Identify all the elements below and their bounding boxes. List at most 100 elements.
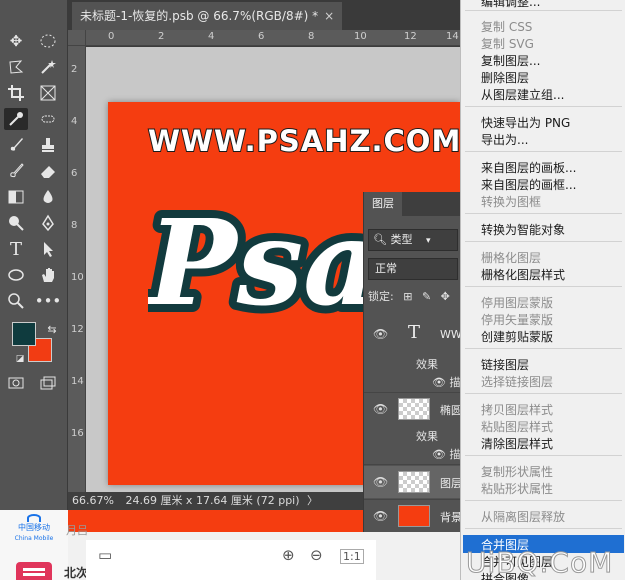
- status-arrow-icon[interactable]: 〉: [307, 494, 318, 507]
- menu-separator: [465, 10, 622, 11]
- menu-item-copy-css[interactable]: 复制 CSS: [481, 18, 532, 35]
- viewer-toolbar: ▭ ⊕ ⊖ 1:1: [86, 540, 376, 580]
- layer-effects-label: 效果: [416, 430, 438, 443]
- visibility-eye-icon[interactable]: 👁︎: [373, 475, 388, 489]
- menu-item-quick-export-png[interactable]: 快速导出为 PNG: [481, 114, 570, 131]
- menu-separator: [465, 500, 622, 501]
- magic-wand-tool-icon[interactable]: [36, 56, 60, 78]
- layer-row[interactable]: 👁︎ 图层: [364, 466, 460, 498]
- gradient-tool-icon[interactable]: [4, 186, 28, 208]
- menu-item-copy-shape-attributes[interactable]: 复制形状属性: [481, 463, 553, 480]
- zoom-level[interactable]: 66.67%: [72, 494, 114, 507]
- ruler-tick: 8: [71, 220, 78, 231]
- chat-sidebar: 中国移动 China Mobile: [0, 510, 68, 580]
- document-tab[interactable]: 未标题-1-恢复的.psb @ 66.7%(RGB/8#) * ×: [72, 2, 343, 30]
- menu-item-disable-layer-mask[interactable]: 停用图层蒙版: [481, 294, 553, 311]
- menu-separator: [465, 151, 622, 152]
- visibility-eye-icon[interactable]: 👁︎: [373, 402, 388, 416]
- menu-item-release-from-isolation[interactable]: 从隔离图层释放: [481, 508, 565, 525]
- frame-tool-icon[interactable]: [36, 82, 60, 104]
- brush-tool-icon[interactable]: [4, 134, 28, 156]
- type-tool-icon[interactable]: T: [4, 238, 28, 260]
- default-colors-icon[interactable]: ◪: [8, 348, 32, 370]
- crop-tool-icon[interactable]: [4, 82, 28, 104]
- lasso-tool-icon[interactable]: [4, 56, 28, 78]
- layer-thumbnail: [398, 505, 430, 527]
- menu-item-link-layers[interactable]: 链接图层: [481, 356, 529, 373]
- ruler-tick: 10: [354, 31, 367, 42]
- layer-row[interactable]: 👁︎ 背景: [364, 500, 460, 532]
- layer-row[interactable]: 👁︎ T WW: [364, 318, 460, 352]
- document-tab-bar: 未标题-1-恢复的.psb @ 66.7%(RGB/8#) * ×: [68, 0, 460, 30]
- close-icon[interactable]: ×: [324, 9, 334, 23]
- stamp-tool-icon[interactable]: [36, 134, 60, 156]
- lock-label: 锁定:: [368, 290, 394, 303]
- blur-tool-icon[interactable]: [36, 186, 60, 208]
- menu-item-convert-to-frame[interactable]: 转换为图框: [481, 193, 541, 210]
- eye-icon[interactable]: 👁︎: [432, 448, 446, 461]
- menu-item-rasterize-layer[interactable]: 栅格化图层: [481, 249, 541, 266]
- layer-stroke-label: 👁︎ 描: [432, 374, 460, 390]
- marquee-tool-icon[interactable]: [36, 30, 60, 52]
- menu-item-group-from-layers[interactable]: 从图层建立组...: [481, 86, 564, 103]
- document-size: 24.69 厘米 x 17.64 厘米 (72 ppi): [125, 494, 300, 507]
- menu-item-export-as[interactable]: 导出为...: [481, 131, 528, 148]
- menu-item-delete-layer[interactable]: 删除图层: [481, 69, 529, 86]
- screen-mode-icon[interactable]: [36, 372, 60, 394]
- blend-mode-select[interactable]: 正常: [368, 258, 458, 280]
- fit-window-icon[interactable]: ▭: [98, 546, 112, 564]
- menu-item-copy-svg[interactable]: 复制 SVG: [481, 35, 534, 52]
- path-selection-tool-icon[interactable]: [36, 238, 60, 260]
- menu-separator: [465, 286, 622, 287]
- tab-layers[interactable]: 图层: [364, 192, 402, 216]
- layer-context-menu: 编辑调整... 复制 CSS 复制 SVG 复制图层... 删除图层 从图层建立…: [460, 0, 625, 580]
- lock-image-icon[interactable]: ✎: [422, 290, 431, 303]
- ellipse-tool-icon[interactable]: [4, 264, 28, 286]
- layer-effects-label: 效果: [416, 358, 438, 371]
- menu-item-convert-to-smart-object[interactable]: 转换为智能对象: [481, 221, 565, 238]
- hand-tool-icon[interactable]: [36, 264, 60, 286]
- menu-item-copy-layer-style[interactable]: 拷贝图层样式: [481, 401, 553, 418]
- menu-item-paste-shape-attributes[interactable]: 粘贴形状属性: [481, 480, 553, 497]
- pen-tool-icon[interactable]: [36, 212, 60, 234]
- zoom-in-icon[interactable]: ⊕: [282, 546, 295, 564]
- blend-mode-value: 正常: [375, 262, 397, 275]
- menu-item-frame-from-layers[interactable]: 来自图层的画框...: [481, 176, 576, 193]
- quick-mask-icon[interactable]: [4, 372, 28, 394]
- zoom-out-icon[interactable]: ⊖: [310, 546, 323, 564]
- lock-transparent-icon[interactable]: ⊞: [403, 290, 412, 303]
- more-tools-icon[interactable]: •••: [35, 290, 62, 312]
- menu-separator: [465, 241, 622, 242]
- menu-item-edit-adjustment[interactable]: 编辑调整...: [481, 0, 540, 10]
- menu-item-duplicate-layer[interactable]: 复制图层...: [481, 52, 540, 69]
- menu-item-select-linked-layers[interactable]: 选择链接图层: [481, 373, 553, 390]
- history-brush-tool-icon[interactable]: [4, 160, 28, 182]
- menu-item-disable-vector-mask[interactable]: 停用矢量蒙版: [481, 311, 553, 328]
- layers-tab-strip: 图层: [364, 192, 460, 216]
- zoom-tool-icon[interactable]: [4, 290, 28, 312]
- swap-colors-icon[interactable]: ⇆: [40, 318, 64, 340]
- layer-name: 椭圆: [440, 404, 460, 417]
- dodge-tool-icon[interactable]: [4, 212, 28, 234]
- move-tool-icon[interactable]: ✥: [4, 30, 28, 52]
- menu-item-create-clipping-mask[interactable]: 创建剪贴蒙版: [481, 328, 553, 345]
- eyedropper-tool-icon[interactable]: [4, 108, 28, 130]
- ruler-tick: 8: [308, 31, 315, 42]
- eraser-tool-icon[interactable]: [36, 160, 60, 182]
- actual-size-icon[interactable]: 1:1: [340, 549, 364, 564]
- news-app-icon[interactable]: [16, 562, 52, 580]
- menu-item-artboard-from-layers[interactable]: 来自图层的画板...: [481, 159, 576, 176]
- menu-separator: [465, 455, 622, 456]
- lock-position-icon[interactable]: ✥: [441, 290, 450, 303]
- visibility-eye-icon[interactable]: 👁︎: [373, 327, 388, 341]
- menu-item-paste-layer-style[interactable]: 粘贴图层样式: [481, 418, 553, 435]
- visibility-eye-icon[interactable]: 👁︎: [373, 509, 388, 523]
- layer-row[interactable]: 👁︎ 椭圆: [364, 394, 460, 424]
- layer-filter-dropdown[interactable]: 🔍︎ 类型 ▾: [368, 229, 458, 251]
- menu-item-clear-layer-style[interactable]: 清除图层样式: [481, 435, 553, 452]
- eye-icon[interactable]: 👁︎: [432, 376, 446, 389]
- healing-brush-tool-icon[interactable]: [36, 108, 60, 130]
- menu-item-rasterize-layer-style[interactable]: 栅格化图层样式: [481, 266, 565, 283]
- foreground-color-swatch[interactable]: [12, 322, 36, 346]
- north-text: 北次: [64, 566, 89, 580]
